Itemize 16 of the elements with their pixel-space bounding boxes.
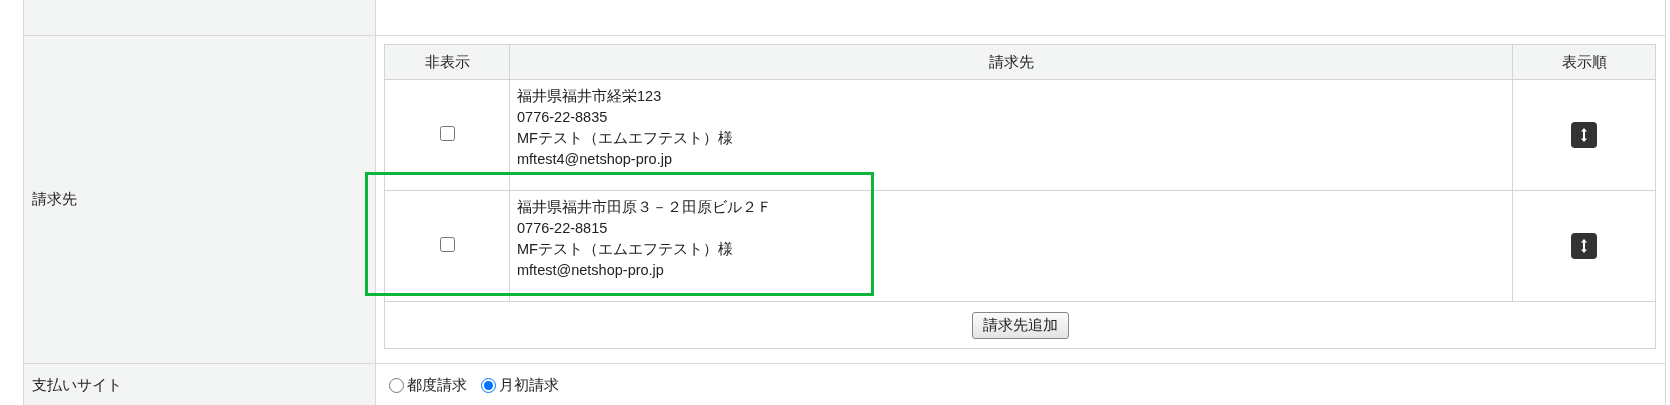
radio-button[interactable]	[389, 378, 404, 393]
address-text: 福井県福井市経栄123 0776-22-8835 MFテスト（エムエフテスト）様 mftest4@netshop-pro.jp	[517, 87, 733, 169]
checkbox[interactable]	[439, 126, 455, 141]
radio-label[interactable]: 月初請求	[499, 376, 559, 395]
add-billing-button[interactable]: 請求先追加	[971, 311, 1069, 339]
column-header: 請求先	[509, 44, 1513, 80]
sort-handle-icon[interactable]	[1571, 122, 1597, 148]
address-text: 福井県福井市田原３－２田原ビル２Ｆ 0776-22-8815 MFテスト（エムエフテスト）様 mftest@netshop-pro.jp	[517, 198, 772, 280]
field-label: 請求先	[32, 190, 77, 209]
column-header: 表示順	[1512, 44, 1656, 80]
column-header: 非表示	[384, 44, 510, 80]
sort-handle-icon[interactable]	[1571, 233, 1597, 259]
field-label: 支払いサイト	[32, 376, 122, 395]
radio-label[interactable]: 都度請求	[407, 376, 467, 395]
radio-button[interactable]	[481, 378, 496, 393]
checkbox[interactable]	[439, 237, 455, 252]
